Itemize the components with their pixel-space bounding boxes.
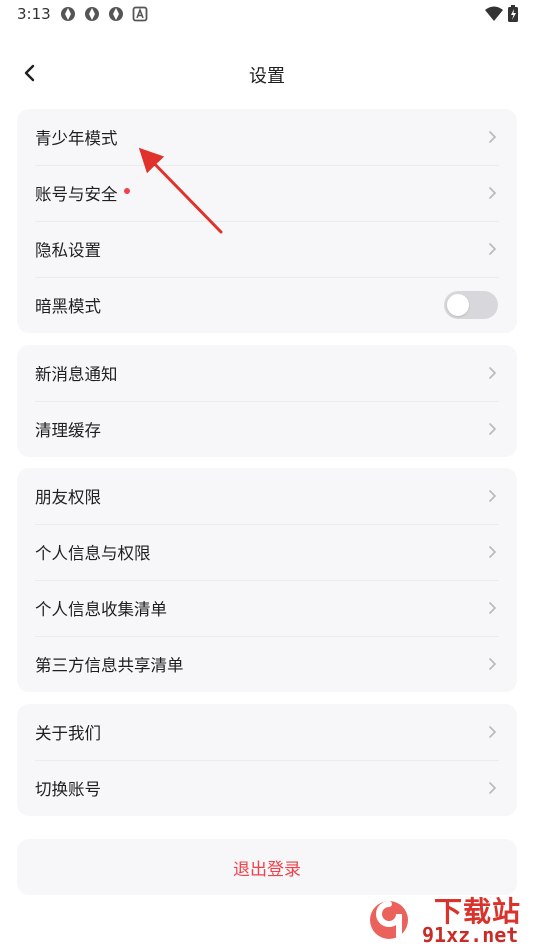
settings-item-label: 朋友权限 xyxy=(35,488,101,507)
chevron-right-icon xyxy=(489,546,497,558)
notification-dot xyxy=(123,188,130,194)
settings-item-label: 隐私设置 xyxy=(35,241,101,260)
watermark: 下载站 91xz.net xyxy=(358,888,534,950)
app-notification-icon xyxy=(85,7,99,21)
app-notification-icon xyxy=(109,7,123,21)
battery-icon xyxy=(508,5,518,22)
chevron-right-icon xyxy=(489,658,497,670)
settings-item-about-us[interactable]: 关于我们 xyxy=(17,704,517,760)
settings-item-privacy[interactable]: 隐私设置 xyxy=(17,221,517,277)
toggle-knob xyxy=(447,294,469,316)
chevron-right-icon xyxy=(489,131,497,143)
chevron-right-icon xyxy=(489,423,497,435)
settings-item-label: 第三方信息共享清单 xyxy=(35,656,184,675)
settings-item-label: 清理缓存 xyxy=(35,421,101,440)
settings-item-switch-account[interactable]: 切换账号 xyxy=(17,760,517,816)
settings-item-personal-info-collection[interactable]: 个人信息收集清单 xyxy=(17,580,517,636)
chevron-right-icon xyxy=(489,367,497,379)
settings-item-label: 关于我们 xyxy=(35,724,101,743)
chevron-right-icon xyxy=(489,726,497,738)
status-notification-icons xyxy=(59,5,149,23)
settings-item-label: 切换账号 xyxy=(35,780,101,799)
settings-item-label: 个人信息收集清单 xyxy=(35,600,167,619)
settings-group-notifications: 新消息通知 清理缓存 xyxy=(17,345,517,457)
app-notification-icon xyxy=(61,7,75,21)
settings-item-friend-permissions[interactable]: 朋友权限 xyxy=(17,468,517,524)
chevron-right-icon xyxy=(489,602,497,614)
settings-item-clear-cache[interactable]: 清理缓存 xyxy=(17,401,517,457)
font-icon xyxy=(132,6,148,22)
settings-group-account: 青少年模式 账号与安全 隐私设置 暗黑模式 xyxy=(17,109,517,333)
settings-item-dark-mode: 暗黑模式 xyxy=(17,277,517,333)
settings-group-about: 关于我们 切换账号 xyxy=(17,704,517,816)
settings-item-label: 暗黑模式 xyxy=(35,297,101,316)
nav-bar: 设置 xyxy=(0,48,534,98)
chevron-right-icon xyxy=(489,490,497,502)
chevron-right-icon xyxy=(489,243,497,255)
settings-item-label: 账号与安全 xyxy=(35,185,118,204)
status-time: 3:13 xyxy=(17,5,51,23)
logout-button[interactable]: 退出登录 xyxy=(17,839,517,895)
status-system-icons xyxy=(485,5,518,22)
settings-item-account-security[interactable]: 账号与安全 xyxy=(17,165,517,221)
settings-item-personal-info-permissions[interactable]: 个人信息与权限 xyxy=(17,524,517,580)
status-bar: 3:13 xyxy=(0,0,534,28)
wifi-icon xyxy=(485,6,503,21)
watermark-logo-icon xyxy=(370,901,408,941)
page-title: 设置 xyxy=(249,66,285,87)
settings-item-label: 青少年模式 xyxy=(35,129,118,148)
settings-item-label: 新消息通知 xyxy=(35,365,118,384)
dark-mode-toggle[interactable] xyxy=(444,291,498,319)
settings-item-label: 个人信息与权限 xyxy=(35,544,151,563)
settings-group-permissions: 朋友权限 个人信息与权限 个人信息收集清单 第三方信息共享清单 xyxy=(17,468,517,692)
logout-label: 退出登录 xyxy=(233,859,301,880)
settings-item-new-message-notification[interactable]: 新消息通知 xyxy=(17,345,517,401)
chevron-right-icon xyxy=(489,782,497,794)
chevron-right-icon xyxy=(489,187,497,199)
settings-item-third-party-sharing[interactable]: 第三方信息共享清单 xyxy=(17,636,517,692)
watermark-url: 91xz.net xyxy=(422,923,519,947)
settings-item-teen-mode[interactable]: 青少年模式 xyxy=(17,109,517,165)
